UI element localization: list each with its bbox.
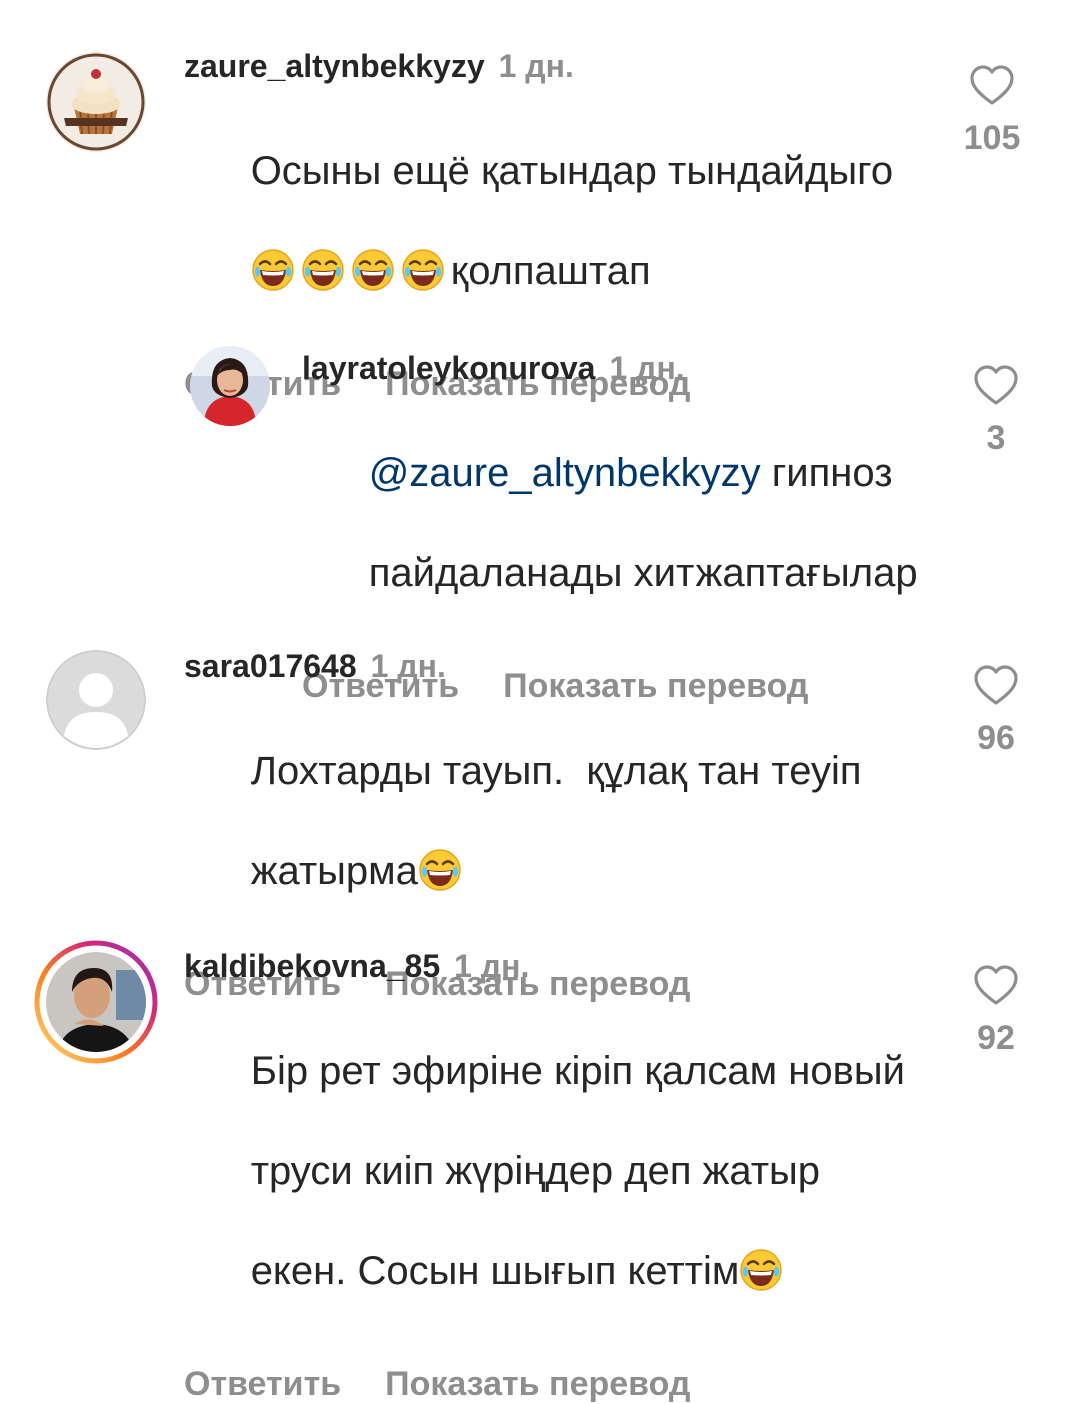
laughing-emoji-icon [301,248,345,292]
comment-text-line: труси киіп жүріңдер деп жатыр [250,1149,821,1193]
username[interactable]: layratoleykonurova [302,350,595,386]
like-count: 105 [963,119,1021,157]
username[interactable]: kaldibekovna_85 [184,948,440,984]
comment-text-line: Лохтарды тауып. құлақ тан теуіп [250,749,862,793]
laughing-emoji-icon [401,248,445,292]
default-user-icon [46,650,146,750]
like-count: 3 [986,419,1006,457]
laughing-emoji-icon [739,1248,783,1292]
like-area: 105 [952,62,1032,158]
like-count: 92 [977,1019,1015,1057]
comment-text-line: пайдаланады хитжаптағылар [368,551,918,595]
username[interactable]: sara017648 [184,648,357,684]
comment-header: sara017648 1 дн. [184,648,944,684]
like-area: 3 [956,362,1036,458]
timestamp: 1 дн. [498,48,574,84]
avatar[interactable] [190,346,270,426]
comment-actions: Ответить Показать перевод [184,1364,944,1404]
avatar[interactable] [46,650,146,750]
timestamp: 1 дн. [370,648,446,684]
laughing-emoji-icon [251,248,295,292]
cupcake-logo-icon [46,52,146,152]
user-photo-icon [190,346,270,426]
heart-icon[interactable] [972,362,1020,410]
avatar[interactable] [46,52,146,152]
like-area: 92 [956,962,1036,1058]
comment-text: Лохтарды тауып. құлақ тан теуіп жатырма [184,696,944,946]
laughing-emoji-icon [418,848,462,892]
heart-icon[interactable] [968,62,1016,110]
timestamp: 1 дн. [454,948,530,984]
comment-header: zaure_altynbekkyzy 1 дн. [184,48,944,84]
comment-text: Бір рет эфиріне кіріп қалсам новый труси… [184,996,944,1346]
comment-text: Осыны ещё қатындар тындайдыго қолпаштап [184,96,944,346]
avatar[interactable] [34,940,158,1064]
comment-text-line: Осыны ещё қатындар тындайдыго [250,149,894,193]
user-photo-story-ring-icon [34,940,158,1064]
comment-text-line: гипноз [760,451,893,495]
comment-text: @zaure_altynbekkyzy гипноз пайдаланады х… [302,398,942,648]
heart-icon[interactable] [972,962,1020,1010]
like-area: 96 [956,662,1036,758]
timestamp: 1 дн. [609,350,685,386]
show-translation-button[interactable]: Показать перевод [385,1364,690,1404]
like-count: 96 [977,719,1015,757]
comment-text-line: қолпаштап [450,249,651,293]
username[interactable]: zaure_altynbekkyzy [184,48,485,84]
comment-header: layratoleykonurova 1 дн. [302,350,942,386]
heart-icon[interactable] [972,662,1020,710]
laughing-emoji-icon [351,248,395,292]
comment-header: kaldibekovna_85 1 дн. [184,948,944,984]
reply-button[interactable]: Ответить [184,1364,341,1404]
comment-text-line: екен. Сосын шығып кеттім [250,1249,740,1293]
comment-text-line: жатырма [250,849,418,893]
comment-text-line: Бір рет эфиріне кіріп қалсам новый [250,1049,905,1093]
mention-link[interactable]: @zaure_altynbekkyzy [369,451,761,495]
